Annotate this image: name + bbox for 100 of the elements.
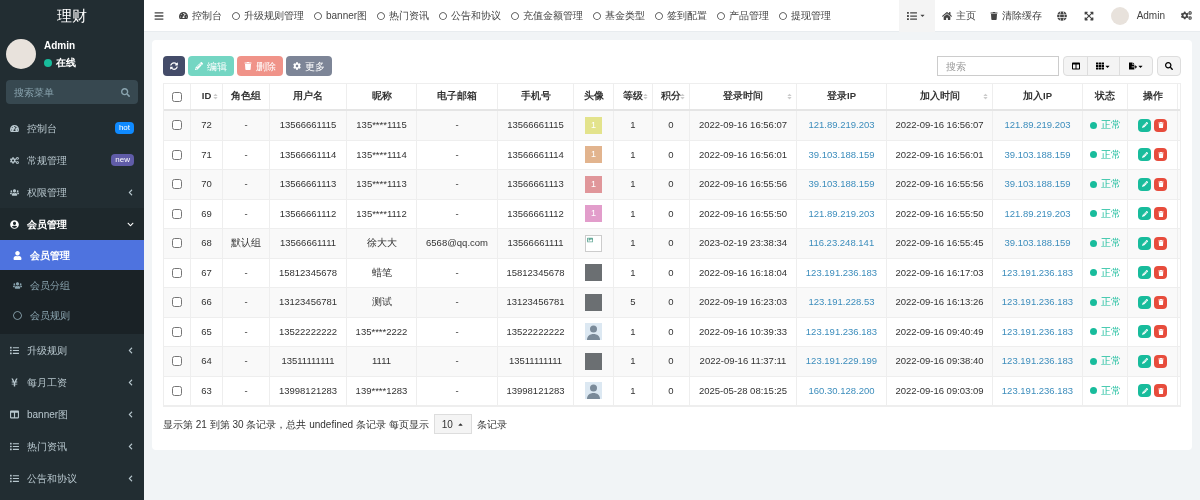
ip-link[interactable]: 123.191.236.183 — [1001, 324, 1074, 339]
delete-button[interactable] — [1154, 118, 1167, 132]
menu-item[interactable]: 热门资讯 — [0, 430, 144, 462]
page-size-dropdown[interactable]: 10 — [433, 414, 472, 434]
row-checkbox[interactable] — [172, 149, 182, 160]
ip-link[interactable]: 123.191.236.183 — [805, 324, 878, 339]
edit-button[interactable] — [1138, 118, 1151, 132]
row-checkbox[interactable] — [172, 326, 182, 337]
menu-item[interactable]: 权限管理 — [0, 176, 144, 208]
menu-search-box[interactable]: 搜索菜单 — [6, 80, 138, 104]
delete-button[interactable] — [1154, 325, 1167, 339]
delete-button[interactable] — [1154, 354, 1167, 368]
menu-item[interactable]: 公告和协议 — [0, 462, 144, 494]
nav-tab[interactable]: 产品管理 — [712, 0, 775, 32]
edit-button[interactable] — [1138, 384, 1151, 398]
menu-item[interactable]: banner图 — [0, 398, 144, 430]
edit-button[interactable] — [1138, 236, 1151, 250]
ip-link[interactable]: 123.191.229.199 — [805, 354, 878, 369]
edit-button[interactable] — [1138, 177, 1151, 191]
table-cell: 0 — [668, 295, 674, 310]
ip-link[interactable]: 123.191.236.183 — [1001, 295, 1074, 310]
nav-tab[interactable]: 提现管理 — [774, 0, 837, 32]
settings-icon[interactable] — [1181, 10, 1192, 21]
ip-link[interactable]: 116.23.248.141 — [808, 236, 875, 251]
nav-tab[interactable]: 基金类型 — [588, 0, 651, 32]
ip-link[interactable]: 123.191.236.183 — [805, 265, 878, 280]
edit-button[interactable] — [1138, 354, 1151, 368]
delete-button[interactable] — [1154, 236, 1167, 250]
globe-icon[interactable] — [1056, 10, 1067, 21]
delete-button[interactable] — [1154, 384, 1167, 398]
nav-tab[interactable]: banner图 — [309, 0, 373, 32]
ip-link[interactable]: 39.103.188.159 — [808, 177, 875, 192]
table-cell: - — [244, 295, 248, 310]
column-header[interactable]: ID — [191, 84, 223, 109]
edit-button[interactable] — [1138, 207, 1151, 221]
refresh-button[interactable] — [163, 56, 185, 76]
row-checkbox[interactable] — [172, 297, 182, 308]
nav-tab[interactable]: 控制台 — [174, 0, 227, 32]
menu-item[interactable]: 升级规则 — [0, 334, 144, 366]
table-cell: 13123456781 — [278, 295, 338, 310]
ip-link[interactable]: 121.89.219.203 — [808, 206, 875, 221]
menu-item[interactable]: 每月工资 — [0, 366, 144, 398]
ip-link[interactable]: 160.30.128.200 — [808, 383, 875, 398]
ip-link[interactable]: 39.103.188.159 — [808, 147, 875, 162]
column-header[interactable]: 登录时间 — [690, 84, 797, 109]
delete-button[interactable] — [1154, 295, 1167, 309]
more-button[interactable]: 更多 — [286, 56, 332, 76]
ip-link[interactable]: 123.191.236.183 — [1001, 383, 1074, 398]
ip-link[interactable]: 123.191.236.183 — [1001, 354, 1074, 369]
submenu-item[interactable]: 会员分组 — [0, 270, 144, 300]
table-cell: 2022-09-16 16:56:07 — [895, 118, 984, 133]
ip-link[interactable]: 121.89.219.203 — [1004, 118, 1071, 133]
select-all-checkbox[interactable] — [172, 91, 182, 102]
delete-button[interactable] — [1154, 207, 1167, 221]
ip-link[interactable]: 121.89.219.203 — [1004, 206, 1071, 221]
submenu-item[interactable]: 会员规则 — [0, 300, 144, 330]
submenu-item[interactable]: 会员管理 — [0, 240, 144, 270]
row-checkbox[interactable] — [172, 120, 182, 131]
menu-dropdown-button[interactable] — [898, 0, 935, 32]
row-checkbox[interactable] — [172, 385, 182, 396]
delete-button[interactable] — [1154, 148, 1167, 162]
ip-link[interactable]: 39.103.188.159 — [1004, 177, 1071, 192]
menu-search-field[interactable]: 搜索菜单 — [14, 84, 121, 100]
row-checkbox[interactable] — [172, 238, 182, 249]
edit-button[interactable] — [1138, 325, 1151, 339]
fullscreen-icon[interactable] — [1083, 10, 1094, 21]
ip-link[interactable]: 123.191.236.183 — [1001, 265, 1074, 280]
ip-link[interactable]: 121.89.219.203 — [808, 118, 875, 133]
menu-item[interactable]: 会员管理 — [0, 208, 144, 240]
edit-button[interactable] — [1138, 295, 1151, 309]
gears-icon — [10, 155, 19, 165]
user-menu[interactable]: Admin — [1102, 6, 1173, 25]
clear-cache-link[interactable]: 清除缓存 — [982, 8, 1049, 23]
ip-link[interactable]: 123.191.228.53 — [808, 295, 875, 310]
nav-tab[interactable]: 公告和协议 — [434, 0, 507, 32]
menu-item[interactable]: 常规管理 new — [0, 144, 144, 176]
edit-button[interactable] — [1138, 266, 1151, 280]
home-link[interactable]: 主页 — [934, 8, 983, 23]
nav-tab[interactable]: 热门资讯 — [372, 0, 435, 32]
ip-link[interactable]: 39.103.188.159 — [1004, 147, 1071, 162]
delete-button[interactable] — [1154, 177, 1167, 191]
row-checkbox[interactable] — [172, 356, 182, 367]
ip-link[interactable]: 39.103.188.159 — [1004, 236, 1071, 251]
row-checkbox[interactable] — [172, 208, 182, 219]
row-checkbox[interactable] — [172, 267, 182, 278]
nav-tab[interactable]: 升级规则管理 — [227, 0, 309, 32]
column-header[interactable]: 等级 — [614, 84, 653, 109]
delete-button[interactable] — [1154, 266, 1167, 280]
edit-button[interactable] — [1138, 148, 1151, 162]
row-checkbox[interactable] — [172, 179, 182, 190]
search-field[interactable]: 搜索 — [937, 56, 1059, 76]
nav-tab[interactable]: 签到配置 — [650, 0, 713, 32]
menu-icon[interactable] — [154, 10, 164, 21]
search-button[interactable] — [1157, 56, 1181, 76]
nav-tab[interactable]: 充值金额管理 — [506, 0, 589, 32]
column-header[interactable]: 积分 — [653, 84, 690, 109]
table-cell: 1 — [630, 118, 636, 133]
column-header[interactable]: 加入时间 — [887, 84, 993, 109]
menu-item[interactable]: 控制台 hot — [0, 112, 144, 144]
table-cell: 测试 — [371, 295, 392, 310]
